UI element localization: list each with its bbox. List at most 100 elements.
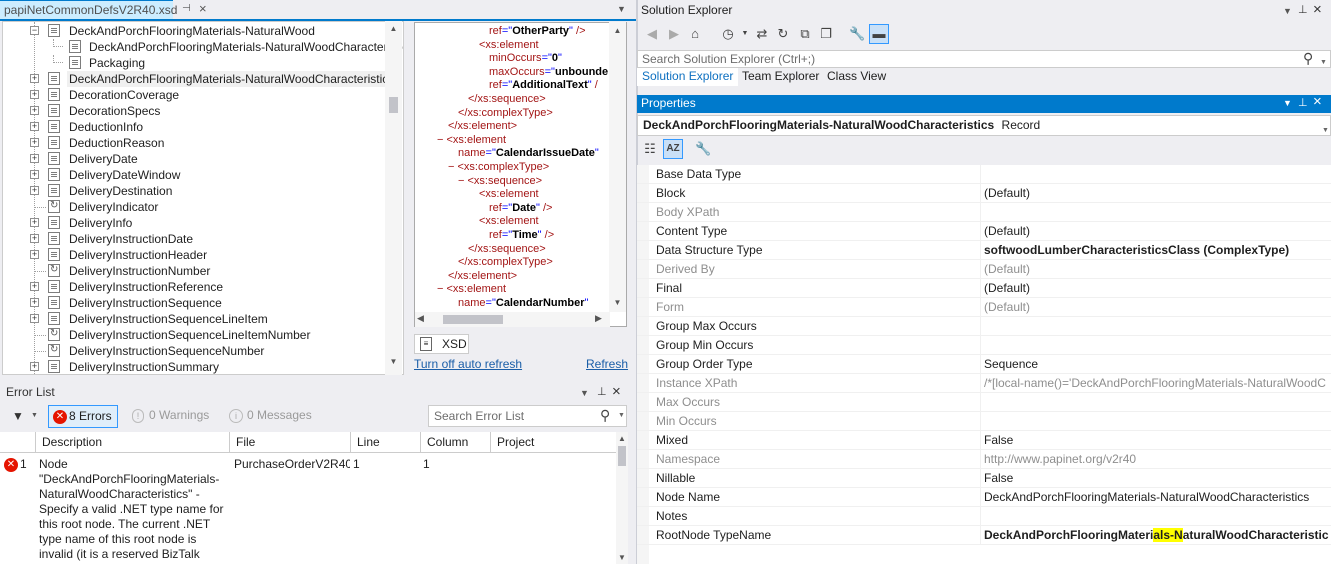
tree-item[interactable]: + DeliveryDate	[3, 151, 386, 167]
col-index[interactable]	[0, 432, 36, 453]
collapse-all-icon[interactable]: ⧉	[797, 26, 813, 42]
tree-item[interactable]: DeckAndPorchFlooringMaterials-NaturalWoo…	[3, 39, 403, 55]
search-icon[interactable]: ⚲	[1303, 50, 1313, 66]
property-row[interactable]: Data Structure Type softwoodLumberCharact…	[637, 241, 1331, 260]
expand-toggle-icon[interactable]: +	[30, 234, 39, 243]
alphabetical-icon[interactable]: AZ	[663, 139, 683, 159]
property-value[interactable]: False	[984, 431, 1329, 449]
property-row[interactable]: Max Occurs	[637, 393, 1331, 412]
tab-xsd[interactable]: ≡ XSD	[414, 334, 469, 354]
property-row[interactable]: Namespace http://www.papinet.org/v2r40	[637, 450, 1331, 469]
col-project[interactable]: Project	[491, 432, 616, 453]
scroll-down-icon[interactable]: ▼	[385, 357, 402, 366]
wrench-icon[interactable]: 🔧	[849, 26, 865, 42]
property-row[interactable]: Derived By (Default)	[637, 260, 1331, 279]
error-table-body[interactable]: ✕ 1 Node "DeckAndPorchFlooringMaterials-…	[0, 453, 616, 564]
property-value[interactable]: (Default)	[984, 260, 1329, 278]
expand-toggle-icon[interactable]: +	[30, 250, 39, 259]
expand-toggle-icon[interactable]: +	[30, 170, 39, 179]
scroll-up-icon[interactable]: ▲	[609, 26, 626, 35]
history-icon[interactable]: ◷	[720, 26, 736, 42]
sync-icon[interactable]: ⇄	[754, 26, 770, 42]
property-value[interactable]: False	[984, 469, 1329, 487]
chevron-down-icon[interactable]: ▼	[617, 4, 626, 14]
xml-view[interactable]: ref="OtherParty" /> <xs:element minOccurs=…	[414, 22, 627, 327]
refresh-link[interactable]: Refresh	[586, 357, 628, 371]
error-search-input[interactable]: Search Error List ⚲ ▼	[428, 405, 627, 427]
tree-item[interactable]: DeliveryInstructionNumber	[3, 262, 386, 279]
close-icon[interactable]: ×	[1313, 93, 1322, 110]
properties-object-selector[interactable]: DeckAndPorchFlooringMaterials-NaturalWoo…	[637, 115, 1331, 136]
preview-icon[interactable]: ▬	[869, 24, 889, 44]
property-row[interactable]: Group Order Type Sequence	[637, 355, 1331, 374]
property-row[interactable]: Group Min Occurs	[637, 336, 1331, 355]
col-file[interactable]: File	[230, 432, 351, 453]
errors-filter-button[interactable]: ✕ 8 Errors	[48, 405, 118, 428]
tree-item[interactable]: + DeliveryInstructionSequence	[3, 295, 386, 311]
chevron-down-icon[interactable]: ▼	[737, 26, 753, 42]
expand-toggle-icon[interactable]: +	[30, 298, 39, 307]
scroll-up-icon[interactable]: ▲	[616, 434, 628, 443]
tree-item[interactable]: DeliveryInstructionSequenceNumber	[3, 342, 386, 359]
pin-icon[interactable]: ⊥	[1298, 3, 1308, 16]
categorized-icon[interactable]: ☷	[642, 141, 658, 157]
scroll-down-icon[interactable]: ▼	[616, 553, 628, 562]
scroll-left-icon[interactable]: ◀	[417, 313, 424, 324]
expand-toggle-icon[interactable]: +	[30, 314, 39, 323]
tab-class-view[interactable]: Class View	[822, 68, 891, 86]
pin-icon[interactable]: ⊥	[1298, 95, 1308, 112]
hscroll-thumb[interactable]	[443, 315, 503, 324]
expand-toggle-icon[interactable]: +	[30, 90, 39, 99]
chevron-down-icon[interactable]: ▼	[580, 388, 589, 398]
tree-item[interactable]: + DeliveryInstructionHeader	[3, 247, 386, 263]
property-row[interactable]: RootNode TypeName DeckAndPorchFlooringMat…	[637, 526, 1331, 545]
property-row[interactable]: Mixed False	[637, 431, 1331, 450]
property-row[interactable]: Final (Default)	[637, 279, 1331, 298]
property-row[interactable]: Instance XPath /*[local-name()='DeckAndPo…	[637, 374, 1331, 393]
tree-item[interactable]: DeliveryIndicator	[3, 198, 386, 215]
xml-hscroll[interactable]: ◀ ▶	[415, 312, 610, 327]
warnings-filter-button[interactable]: ! 0 Warnings	[128, 405, 209, 428]
back-icon[interactable]: ◀	[644, 26, 660, 42]
scroll-right-icon[interactable]: ▶	[595, 313, 602, 324]
tree-item[interactable]: + DeliveryDestination	[3, 183, 386, 199]
property-row[interactable]: Group Max Occurs	[637, 317, 1331, 336]
close-icon[interactable]: ×	[612, 383, 621, 400]
expand-toggle-icon[interactable]: +	[30, 74, 39, 83]
tree-item[interactable]: + DeckAndPorchFlooringMaterials-NaturalWo…	[3, 71, 397, 87]
expand-toggle-icon[interactable]: +	[30, 154, 39, 163]
property-row[interactable]: Block (Default)	[637, 184, 1331, 203]
xml-vscroll[interactable]: ▲ ▼	[609, 22, 626, 312]
expand-toggle-icon[interactable]: +	[30, 106, 39, 115]
property-row[interactable]: Base Data Type	[637, 165, 1331, 184]
scroll-down-icon[interactable]: ▼	[609, 298, 626, 307]
scroll-up-icon[interactable]: ▲	[385, 24, 402, 33]
document-tab[interactable]: papiNetCommonDefsV2R40.xsd	[0, 0, 177, 19]
schema-tree[interactable]: − DeckAndPorchFlooringMaterials-NaturalWo…	[2, 21, 404, 375]
property-value[interactable]: Sequence	[984, 355, 1329, 373]
property-value[interactable]: (Default)	[984, 279, 1329, 297]
property-row[interactable]: Node Name DeckAndPorchFlooringMaterials-N…	[637, 488, 1331, 507]
tree-item[interactable]: + DeliveryInstructionReference	[3, 279, 386, 295]
tree-item[interactable]: DeliveryInstructionSequenceLineItemNumbe…	[3, 326, 386, 343]
home-icon[interactable]: ⌂	[687, 26, 703, 42]
property-row[interactable]: Form (Default)	[637, 298, 1331, 317]
expand-toggle-icon[interactable]: −	[30, 26, 39, 35]
property-row[interactable]: Notes	[637, 507, 1331, 526]
expand-toggle-icon[interactable]: +	[30, 186, 39, 195]
property-row[interactable]: Content Type (Default)	[637, 222, 1331, 241]
tree-item[interactable]: + DecorationCoverage	[3, 87, 386, 103]
expand-toggle-icon[interactable]: +	[30, 138, 39, 147]
property-value[interactable]: /*[local-name()='DeckAndPorchFlooringMat…	[984, 374, 1329, 392]
chevron-down-icon[interactable]: ▼	[1283, 6, 1292, 16]
solution-search-input[interactable]: Search Solution Explorer (Ctrl+;) ⚲ ▼	[637, 50, 1331, 68]
tab-team-explorer[interactable]: Team Explorer	[737, 68, 824, 86]
expand-toggle-icon[interactable]: +	[30, 218, 39, 227]
property-row[interactable]: Nillable False	[637, 469, 1331, 488]
property-grid[interactable]: Base Data Type Block (Default) Body XPath Co…	[637, 165, 1331, 564]
tree-item[interactable]: + DeductionReason	[3, 135, 386, 151]
tree-scrollbar[interactable]: ▲ ▼	[385, 21, 402, 375]
tree-item[interactable]: + DecorationSpecs	[3, 103, 386, 119]
error-list-scrollbar[interactable]: ▲ ▼	[616, 432, 628, 564]
search-icon[interactable]: ⚲	[600, 407, 610, 424]
